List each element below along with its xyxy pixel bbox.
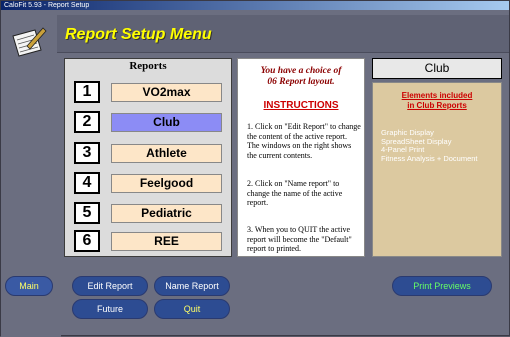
report-button-feelgood[interactable]: Feelgood: [111, 174, 222, 193]
notepad-pen-icon: [12, 27, 47, 57]
report-number: 2: [74, 111, 100, 133]
print-previews-button[interactable]: Print Previews: [392, 276, 492, 296]
report-row-1: 1 VO2max: [74, 81, 224, 103]
edit-report-button[interactable]: Edit Report: [72, 276, 148, 296]
report-row-3: 3 Athlete: [74, 142, 224, 164]
reports-title: Reports: [129, 60, 167, 72]
instructions-panel: You have a choice of 06 Report layout. I…: [237, 58, 365, 257]
report-elements-list: Graphic Display SpreadSheet Display 4-Pa…: [381, 128, 478, 163]
instruction-step-2: 2. Click on "Name report" to change the …: [247, 179, 343, 207]
instructions-heading: INSTRUCTIONS: [263, 100, 339, 111]
quit-button[interactable]: Quit: [154, 299, 230, 319]
report-number: 5: [74, 202, 100, 224]
report-contents-title: Elements included in Club Reports: [373, 91, 501, 111]
header-bar: Report Setup Menu: [57, 15, 509, 53]
report-number: 6: [74, 230, 100, 252]
report-button-athlete[interactable]: Athlete: [111, 144, 222, 163]
report-contents-title-line-1: Elements included: [401, 91, 473, 100]
reports-panel: Reports 1 VO2max 2 Club 3 Athlete 4 Feel…: [64, 58, 232, 257]
choice-note: You have a choice of 06 Report layout.: [238, 66, 364, 88]
window-title: CaloFit 5.93 - Report Setup: [4, 2, 90, 9]
instruction-step-3: 3. When you to QUIT the active report wi…: [247, 225, 352, 253]
choice-line-1: You have a choice of: [260, 66, 342, 76]
report-number: 3: [74, 142, 100, 164]
report-button-pediatric[interactable]: Pediatric: [111, 204, 222, 223]
report-row-4: 4 Feelgood: [74, 172, 224, 194]
name-report-button[interactable]: Name Report: [154, 276, 230, 296]
active-report-name: Club: [372, 58, 502, 79]
window-titlebar: CaloFit 5.93 - Report Setup: [1, 1, 509, 10]
list-item: Fitness Analysis + Document: [381, 153, 478, 163]
page-title: Report Setup Menu: [65, 26, 212, 43]
report-number: 1: [74, 81, 100, 103]
app-window: CaloFit 5.93 - Report Setup Report Setup…: [0, 0, 510, 337]
report-row-2: 2 Club: [74, 111, 224, 133]
report-contents-panel: Elements included in Club Reports Graphi…: [372, 82, 502, 257]
report-button-club[interactable]: Club: [111, 113, 222, 132]
report-number: 4: [74, 172, 100, 194]
future-button[interactable]: Future: [72, 299, 148, 319]
report-row-5: 5 Pediatric: [74, 202, 224, 224]
main-button[interactable]: Main: [5, 276, 53, 296]
choice-line-2: 06 Report layout.: [267, 77, 335, 87]
report-button-ree[interactable]: REE: [111, 232, 222, 251]
instruction-step-1: 1. Click on "Edit Report" to change the …: [247, 122, 361, 160]
report-row-6: 6 REE: [74, 230, 224, 252]
report-button-vo2max[interactable]: VO2max: [111, 83, 222, 102]
report-contents-title-line-2: in Club Reports: [407, 101, 467, 110]
